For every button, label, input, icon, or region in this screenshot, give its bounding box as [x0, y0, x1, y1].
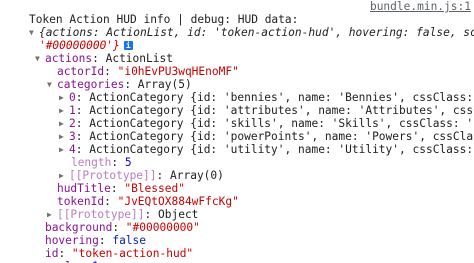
- tree-row-categories[interactable]: ▼ categories: Array(5): [20, 65, 192, 91]
- object-summary[interactable]: ▼ {actions: ActionList, id: 'token-action…: [2, 13, 474, 39]
- source-link[interactable]: bundle.min.js:1: [370, 0, 471, 13]
- tree-row-category-3[interactable]: ▶ 3: ActionCategory {id: 'powerPoints', n…: [32, 117, 474, 143]
- tree-row-hovering: hovering: false: [44, 234, 147, 247]
- tree-row-background: background: "#00000000": [44, 221, 200, 234]
- console-panel: Token Action HUD info | debug: HUD data:…: [0, 0, 474, 263]
- tree-row-hudtitle: hudTitle: "Blessed": [56, 182, 185, 195]
- tree-row-id: id: "token-action-hud": [44, 247, 194, 260]
- tree-row-category-1[interactable]: ▶ 1: ActionCategory {id: 'attributes', na…: [32, 91, 474, 117]
- tree-row-scale: scale: 1: [18, 247, 99, 263]
- tree-row-actorid: actorId: "i0hEvPU3wqHEnoMF": [56, 65, 239, 78]
- object-summary-continuation: '#00000000'} i: [12, 26, 133, 52]
- category-summary: ActionCategory {id: 'utility', name: 'Ut…: [89, 143, 474, 156]
- tree-row-array-prototype[interactable]: ▶ [[Prototype]]: Array(0): [32, 156, 224, 182]
- tree-row-length: length: 5: [70, 156, 132, 169]
- tree-row-actions[interactable]: ▼ actions: ActionList: [8, 39, 173, 65]
- tree-row-tokenid: tokenId: "JvEQtOX884wFfcKg": [56, 195, 239, 208]
- tree-row-category-0[interactable]: ▶ 0: ActionCategory {id: 'bennies', name:…: [32, 78, 474, 104]
- tree-row-category-4[interactable]: ▶ 4: ActionCategory {id: 'utility', name:…: [32, 130, 474, 156]
- tree-row-category-2[interactable]: ▶ 2: ActionCategory {id: 'skills', name: …: [32, 104, 474, 130]
- log-message: Token Action HUD info | debug: HUD data:: [2, 0, 298, 26]
- tree-row-object-prototype[interactable]: ▶ [[Prototype]]: Object: [20, 195, 198, 221]
